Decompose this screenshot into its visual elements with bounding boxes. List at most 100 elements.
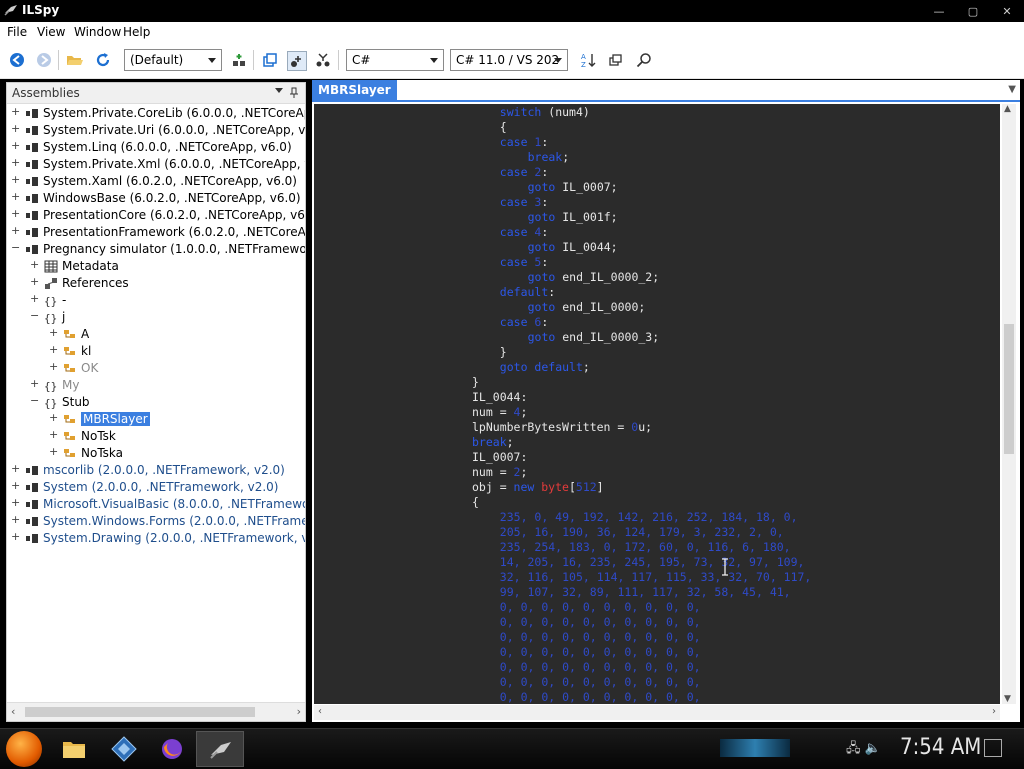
scroll-left-icon[interactable]: ‹ [318,706,322,717]
expand-icon[interactable]: + [49,411,58,424]
code-horizontal-scrollbar[interactable]: ‹ › [314,705,1000,720]
scroll-down-icon[interactable]: ▼ [1004,694,1011,704]
tree-item[interactable]: + {} - [7,292,305,309]
expand-icon[interactable]: + [30,258,39,271]
collapse-icon[interactable]: − [11,241,20,254]
expand-icon[interactable]: + [30,275,39,288]
taskbar-app-grid[interactable] [110,735,138,763]
tree-item[interactable]: −{} Stub [7,394,305,411]
expand-icon[interactable]: + [11,462,20,475]
menu-view[interactable]: View [37,25,65,39]
maximize-button[interactable]: ▢ [956,0,990,22]
search-icon [636,53,651,68]
tab-list-icon[interactable]: ▼ [1008,84,1016,95]
notification-icon[interactable] [984,739,1002,757]
tree-item[interactable]: + WindowsBase (6.0.2.0, .NETCoreApp, v6.0… [7,190,305,207]
expand-icon[interactable]: + [11,224,20,237]
expand-icon[interactable]: + [11,496,20,509]
tree-item[interactable]: + System.Private.Xml (6.0.0.0, .NETCoreAp… [7,156,305,173]
scroll-right-icon[interactable]: › [992,706,996,717]
tree-item[interactable]: + MBRSlayer [7,411,305,428]
expand-icon[interactable]: + [49,445,58,458]
tree-item[interactable]: + System.Windows.Forms (2.0.0.0, .NETFram… [7,513,305,530]
tree-item[interactable]: + System (2.0.0.0, .NETFramework, v2.0) [7,479,305,496]
tree-horizontal-scrollbar[interactable]: ‹ › [7,702,305,721]
code-vertical-scrollbar[interactable]: ▲ ▼ [1002,104,1016,704]
show-all-members-toggle[interactable] [314,51,332,69]
close-button[interactable]: ✕ [990,0,1024,22]
expand-icon[interactable]: + [11,479,20,492]
expand-icon[interactable]: + [11,173,20,186]
expand-icon[interactable]: + [11,190,20,203]
tree-item[interactable]: + System.Private.Uri (6.0.0.0, .NETCoreAp… [7,122,305,139]
language-version-dropdown[interactable]: C# 11.0 / VS 202 [450,49,568,71]
tree-item[interactable]: + Metadata [7,258,305,275]
tree-item[interactable]: + System.Xaml (6.0.2.0, .NETCoreApp, v6.0… [7,173,305,190]
assembly-list-dropdown[interactable]: (Default) [124,49,222,71]
tree-item[interactable]: − Pregnancy simulator (1.0.0.0, .NETFrame… [7,241,305,258]
tree-item[interactable]: + NoTska [7,445,305,462]
pin-icon[interactable] [289,87,299,99]
expand-icon[interactable]: + [49,343,58,356]
expand-icon[interactable]: + [11,105,20,118]
expand-icon[interactable]: + [11,530,20,543]
code-token: 0, 0, 0, 0, 0, 0, 0, 0, 0, 0, [499,675,701,689]
taskbar-firefox[interactable] [158,735,186,763]
document-tab-mbrslayer[interactable]: MBRSlayer [312,80,397,100]
expand-icon[interactable]: + [11,513,20,526]
search-button[interactable] [635,51,653,69]
expand-icon[interactable]: + [49,326,58,339]
scroll-up-icon[interactable]: ▲ [1004,104,1011,114]
back-button[interactable] [8,51,26,69]
tree-item[interactable]: + OK [7,360,305,377]
taskbar-file-explorer[interactable] [60,735,88,763]
minimize-button[interactable]: — [922,0,956,22]
network-icon[interactable]: 🖧 [846,741,861,756]
tree-item[interactable]: + System.Private.CoreLib (6.0.0.0, .NETCo… [7,105,305,122]
pane-menu-chevron-icon[interactable] [275,88,283,93]
tree-item[interactable]: + System.Drawing (2.0.0.0, .NETFramework,… [7,530,305,547]
scroll-right-icon[interactable]: › [297,705,301,718]
tree-item[interactable]: −{} j [7,309,305,326]
expand-icon[interactable]: + [30,377,39,390]
collapse-all-button[interactable] [261,51,279,69]
collapse-icon[interactable]: − [30,394,39,407]
tree-item[interactable]: + PresentationFramework (6.0.2.0, .NETCor… [7,224,305,241]
scrollbar-thumb[interactable] [25,707,255,717]
code-editor[interactable]: switch (num4){case 1: break; case 2: goto I… [314,104,1000,704]
navigate-to-document-button[interactable] [607,51,625,69]
tree-item[interactable]: + kl [7,343,305,360]
manage-assembly-lists-button[interactable] [230,51,248,69]
expand-icon[interactable]: + [11,139,20,152]
open-button[interactable] [66,51,84,69]
expand-icon[interactable]: + [49,360,58,373]
sort-assemblies-button[interactable]: AZ [579,51,597,69]
tree-item[interactable]: + A [7,326,305,343]
forward-button[interactable] [35,51,53,69]
language-dropdown[interactable]: C# [346,49,444,71]
tree-item[interactable]: + mscorlib (2.0.0.0, .NETFramework, v2.0) [7,462,305,479]
taskbar-ilspy[interactable] [196,731,244,767]
expand-icon[interactable]: + [11,207,20,220]
menu-file[interactable]: File [7,25,27,39]
expand-icon[interactable]: + [11,156,20,169]
tree-item[interactable]: + {} My [7,377,305,394]
expand-icon[interactable]: + [11,122,20,135]
tree-item[interactable]: + References [7,275,305,292]
menu-help[interactable]: Help [123,25,150,39]
scrollbar-thumb[interactable] [1004,324,1014,454]
tree-item[interactable]: + System.Linq (6.0.0.0, .NETCoreApp, v6.0… [7,139,305,156]
menu-window[interactable]: Window [74,25,121,39]
taskbar-clock[interactable]: 7:54 AM [900,735,981,760]
start-button[interactable] [6,731,42,767]
reload-button[interactable] [94,51,112,69]
expand-icon[interactable]: + [30,292,39,305]
expand-icon[interactable]: + [49,428,58,441]
volume-icon[interactable]: 🔈 [865,741,881,756]
tree-item[interactable]: + PresentationCore (6.0.2.0, .NETCoreApp,… [7,207,305,224]
show-public-only-toggle[interactable] [287,51,307,71]
tree-item[interactable]: + Microsoft.VisualBasic (8.0.0.0, .NETFra… [7,496,305,513]
tree-item[interactable]: + NoTsk [7,428,305,445]
scroll-left-icon[interactable]: ‹ [11,705,15,718]
collapse-icon[interactable]: − [30,309,39,322]
